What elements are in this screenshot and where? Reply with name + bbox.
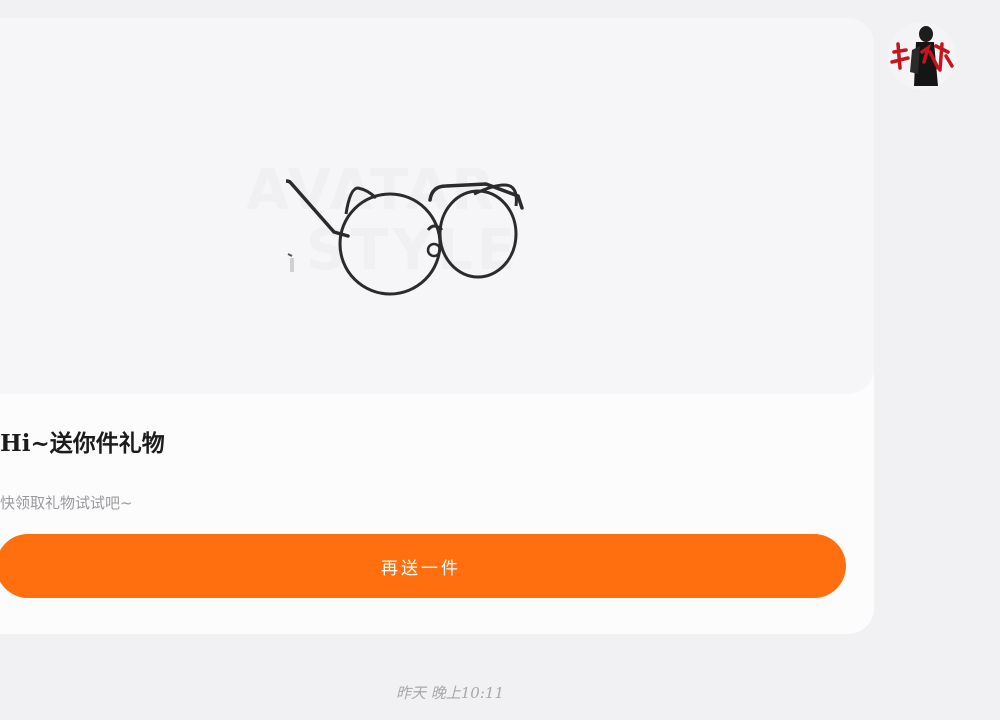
message-timestamp: 昨天 晚上10:11	[396, 684, 504, 702]
gift-subtitle: 快领取礼物试试吧~	[0, 494, 133, 512]
send-another-gift-button[interactable]: 再送一件	[0, 534, 846, 598]
cat-ear-glasses-icon	[286, 179, 524, 296]
gift-message-card[interactable]: AVATAR STYLE Hi~送你件礼物 快领取礼物试试吧~ 再送一件	[0, 18, 874, 634]
avatar[interactable]: 快点	[888, 22, 956, 90]
gift-title: Hi~送你件礼物	[0, 430, 165, 457]
gift-image[interactable]: AVATAR STYLE	[0, 18, 874, 394]
user-avatar-icon	[888, 22, 956, 90]
chat-screen: AVATAR STYLE Hi~送你件礼物 快领取礼物试试吧~ 再送一件 昨天 …	[0, 0, 1000, 720]
